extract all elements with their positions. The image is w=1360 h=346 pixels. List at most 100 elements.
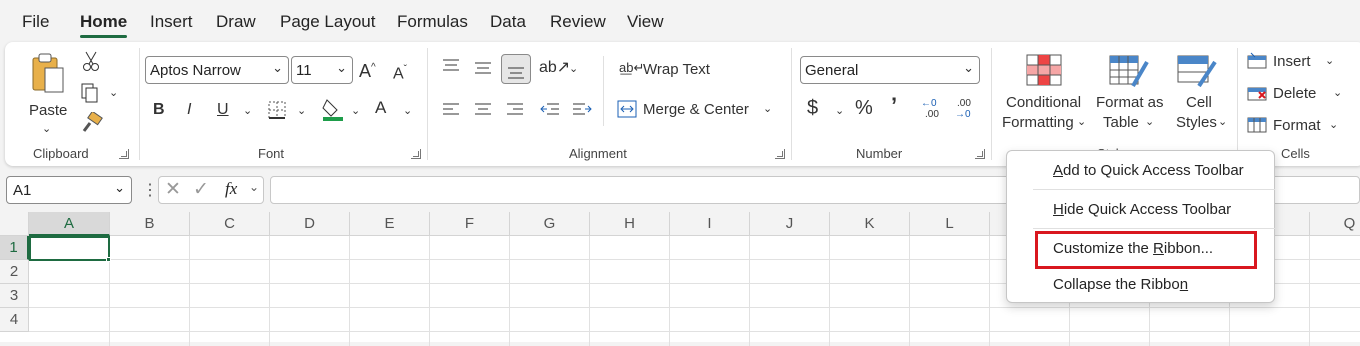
cells-group-label: Cells [1281, 146, 1310, 161]
column-header[interactable]: G [510, 212, 590, 236]
cancel-icon[interactable]: ✕ [165, 178, 181, 201]
alignment-launcher-icon[interactable] [775, 149, 785, 159]
enter-icon[interactable]: ✓ [193, 178, 209, 201]
menu-item-add-to-quick-access[interactable]: Add to Quick Access Toolbar [1053, 162, 1244, 179]
cut-icon[interactable] [81, 50, 101, 72]
select-all-corner[interactable] [0, 212, 29, 236]
align-bottom-button[interactable] [501, 54, 531, 84]
tab-view[interactable]: View [627, 12, 664, 32]
decrease-indent-icon[interactable] [539, 102, 561, 118]
more-options-icon[interactable]: ⋮ [142, 180, 158, 200]
format-as-table-button[interactable]: Format as Table ⌄ [1093, 50, 1165, 134]
comma-style-icon[interactable]: ’ [891, 95, 897, 117]
tab-review[interactable]: Review [550, 12, 606, 32]
conditional-formatting-button[interactable]: Conditional Formatting ⌄ [1001, 50, 1087, 134]
tab-home[interactable]: Home [80, 12, 127, 32]
clipboard-launcher-icon[interactable] [119, 149, 129, 159]
font-color-dropdown-chevron[interactable]: ⌄ [403, 104, 412, 117]
menu-item-collapse-ribbon[interactable]: Collapse the Ribbon [1053, 276, 1188, 293]
cell-styles-label-1: Cell [1186, 94, 1212, 111]
column-header[interactable]: A [29, 212, 110, 236]
align-top-icon[interactable] [441, 58, 461, 74]
merge-dropdown-chevron: ⌄ [763, 103, 773, 115]
underline-dropdown-chevron[interactable]: ⌄ [243, 104, 252, 117]
underline-button[interactable]: U [217, 100, 229, 120]
separator [139, 48, 140, 160]
decrease-decimal-button[interactable]: .00 →0 [955, 98, 981, 122]
copy-icon[interactable] [79, 82, 101, 104]
tab-insert[interactable]: Insert [150, 12, 193, 32]
merge-center-button[interactable]: Merge & Center ⌄ [617, 98, 781, 122]
tab-draw[interactable]: Draw [216, 12, 256, 32]
tab-file[interactable]: File [22, 12, 49, 32]
orientation-icon[interactable]: ab↗ [539, 58, 570, 78]
italic-button[interactable]: I [187, 100, 191, 120]
name-box[interactable]: A1 ⌄ [6, 176, 132, 204]
gridline [589, 236, 590, 346]
wrap-text-button[interactable]: a͟b↵ Wrap Text [617, 58, 727, 82]
shrink-font-icon[interactable]: Aˇ [393, 60, 407, 84]
column-header[interactable]: Q [1310, 212, 1360, 236]
separator [991, 48, 992, 160]
gridline [429, 236, 430, 346]
format-cells-button[interactable]: Format ⌄ [1245, 114, 1343, 138]
font-launcher-icon[interactable] [411, 149, 421, 159]
tab-data[interactable]: Data [490, 12, 526, 32]
fill-color-icon[interactable] [321, 96, 345, 122]
insert-function-button[interactable]: fx [225, 179, 237, 199]
font-size-select[interactable]: 11 ⌄ [291, 56, 353, 84]
row-header[interactable]: 2 [0, 260, 29, 284]
column-header[interactable]: B [110, 212, 190, 236]
format-as-table-label-1: Format as [1096, 94, 1164, 111]
column-header[interactable]: J [750, 212, 830, 236]
row-header[interactable]: 3 [0, 284, 29, 308]
paste-dropdown-chevron[interactable]: ⌄ [42, 122, 51, 135]
increase-decimal-label: .00 [925, 109, 939, 120]
row-header[interactable]: 1 [0, 236, 29, 260]
format-painter-icon[interactable] [81, 112, 103, 134]
paste-button[interactable]: Paste ⌄ [23, 50, 69, 135]
delete-cells-button[interactable]: Delete ⌄ [1245, 82, 1343, 106]
menu-item-hide-quick-access[interactable]: Hide Quick Access Toolbar [1053, 201, 1231, 218]
align-middle-icon[interactable] [473, 60, 493, 76]
grow-font-icon[interactable]: A^ [359, 58, 376, 81]
separator [603, 56, 604, 126]
orientation-dropdown-chevron[interactable]: ⌄ [569, 62, 578, 75]
borders-icon[interactable] [267, 100, 287, 120]
percent-icon[interactable]: % [855, 98, 873, 118]
column-header[interactable]: H [590, 212, 670, 236]
align-left-icon[interactable] [441, 102, 461, 118]
column-header[interactable]: C [190, 212, 270, 236]
active-cell[interactable] [29, 236, 110, 261]
number-format-select[interactable]: General ⌄ [800, 56, 980, 84]
currency-icon[interactable]: $ [807, 98, 818, 118]
chevron-down-icon[interactable]: ⌄ [249, 180, 259, 194]
row-header[interactable]: 4 [0, 308, 29, 332]
align-right-icon[interactable] [505, 102, 525, 118]
column-header[interactable]: K [830, 212, 910, 236]
column-header[interactable]: E [350, 212, 430, 236]
insert-cells-button[interactable]: Insert ⌄ [1245, 50, 1335, 74]
cell-styles-button[interactable]: Cell Styles ⌄ [1171, 50, 1227, 134]
chevron-down-icon: ⌄ [336, 60, 347, 75]
column-header[interactable]: D [270, 212, 350, 236]
align-center-icon[interactable] [473, 102, 493, 118]
chevron-down-icon: ⌄ [1218, 116, 1228, 128]
borders-dropdown-chevron[interactable]: ⌄ [297, 104, 306, 117]
copy-dropdown-chevron[interactable]: ⌄ [109, 86, 118, 99]
currency-dropdown-chevron[interactable]: ⌄ [835, 104, 844, 117]
column-header[interactable]: F [430, 212, 510, 236]
font-color-icon[interactable]: A [375, 98, 386, 118]
tab-formulas[interactable]: Formulas [397, 12, 468, 32]
column-header[interactable]: I [670, 212, 750, 236]
gridline [829, 236, 830, 346]
fill-handle[interactable] [106, 257, 111, 262]
increase-decimal-button[interactable]: ←0 .00 [921, 98, 947, 122]
number-launcher-icon[interactable] [975, 149, 985, 159]
column-header[interactable]: L [910, 212, 990, 236]
bold-button[interactable]: B [153, 100, 165, 120]
fill-color-dropdown-chevron[interactable]: ⌄ [351, 104, 360, 117]
tab-page-layout[interactable]: Page Layout [280, 12, 375, 32]
font-name-select[interactable]: Aptos Narrow ⌄ [145, 56, 289, 84]
increase-indent-icon[interactable] [571, 102, 593, 118]
